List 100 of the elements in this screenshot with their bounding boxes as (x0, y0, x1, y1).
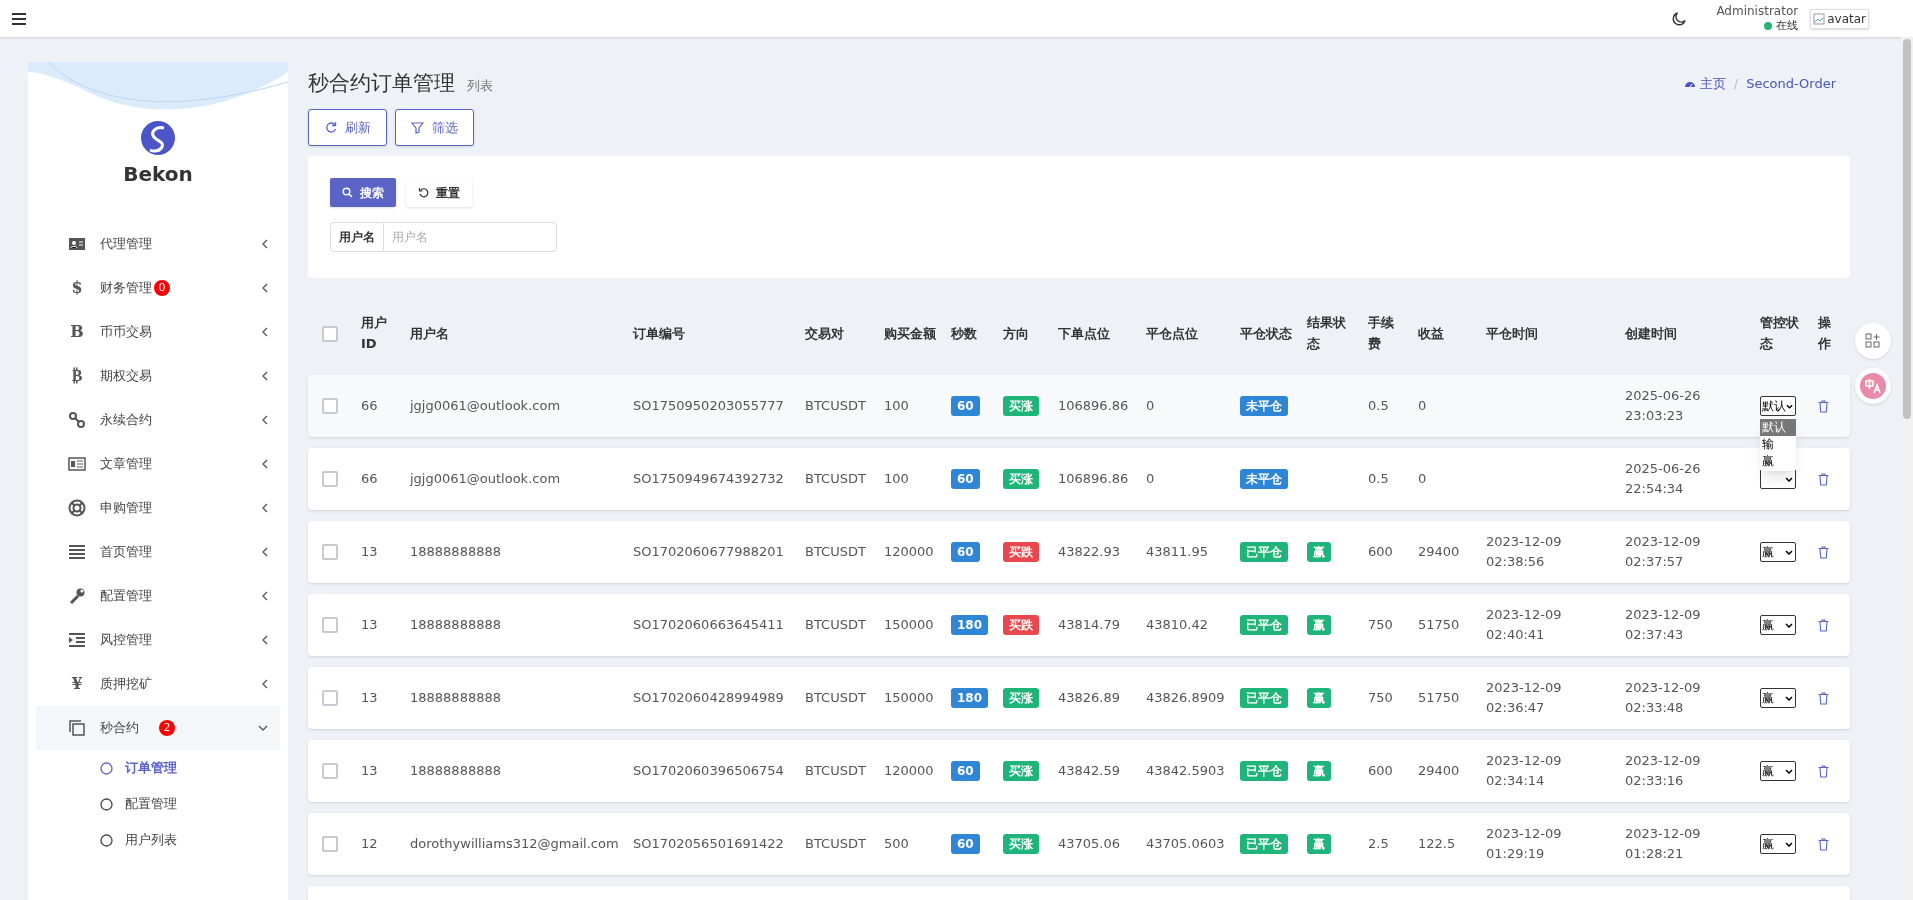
reset-button[interactable]: 重置 (406, 178, 472, 207)
submenu-item[interactable]: 配置管理 (28, 786, 288, 822)
avatar-image[interactable]: avatar (1810, 8, 1869, 29)
chevron-left-icon (262, 415, 268, 425)
row-checkbox[interactable] (322, 836, 338, 852)
sidebar-item[interactable]: 风控管理 (28, 618, 288, 662)
control-select[interactable]: 默认 (1760, 396, 1796, 416)
toolbar-button[interactable]: 筛选 (395, 109, 474, 146)
control-select[interactable] (1760, 469, 1796, 489)
trash-icon[interactable] (1818, 618, 1829, 632)
dropdown-option[interactable]: 输 (1760, 436, 1796, 453)
menu-icon[interactable] (12, 12, 26, 25)
table-cell: SO1750950203055777 (633, 398, 784, 414)
chevron-left-icon (262, 591, 268, 601)
username-input[interactable]: 用户名 (384, 222, 557, 252)
indent-icon (68, 631, 86, 649)
table-cell: 29400 (1418, 763, 1460, 779)
column-header: 平仓时间 (1486, 324, 1539, 343)
table-cell: 66 (361, 398, 378, 414)
menu-label: 秒合约 (100, 719, 139, 738)
trash-icon[interactable] (1818, 764, 1829, 778)
table-cell: 13 (361, 617, 378, 633)
table-cell: 13 (361, 690, 378, 706)
seconds-badge: 60 (951, 469, 980, 489)
status-badge: 未平仓 (1240, 469, 1288, 489)
breadcrumb-link[interactable]: 主页 (1683, 74, 1726, 94)
control-select[interactable]: 赢 (1760, 688, 1796, 708)
sidebar-item[interactable]: 配置管理 (28, 574, 288, 618)
sidebar-item[interactable]: 首页管理 (28, 530, 288, 574)
row-checkbox[interactable] (322, 398, 338, 414)
status-badge: 已平仓 (1240, 542, 1288, 562)
seconds-badge: 60 (951, 542, 980, 562)
apps-button[interactable] (1855, 323, 1891, 359)
translate-icon (1860, 373, 1886, 399)
select-all-checkbox[interactable] (322, 326, 338, 342)
table-cell-text: 2025-06-26 22:54:34 (1625, 460, 1702, 498)
dropdown-option[interactable]: 默认 (1760, 419, 1796, 436)
table-cell: SO1702060677988201 (633, 544, 784, 560)
table-cell: 150000 (884, 617, 934, 633)
search-button[interactable]: 搜索 (330, 178, 396, 207)
menu-icon: ₿ (71, 364, 83, 388)
table-cell: 43822.93 (1058, 544, 1121, 560)
sidebar-item[interactable]: 代理管理 (28, 222, 288, 266)
submenu-item[interactable]: 订单管理 (28, 750, 288, 786)
toolbar-button[interactable]: 刷新 (308, 109, 387, 146)
control-select[interactable]: 赢 (1760, 834, 1796, 854)
sidebar-item[interactable]: 申购管理 (28, 486, 288, 530)
control-select[interactable]: 赢 (1760, 542, 1796, 562)
result-badge: 赢 (1307, 761, 1331, 781)
sidebar-item[interactable]: ₿ 期权交易 (28, 354, 288, 398)
refresh-icon (324, 121, 337, 134)
column-header: 操作 (1818, 314, 1832, 353)
menu-icon: B (70, 320, 84, 344)
column-header: 平仓状态 (1240, 324, 1293, 343)
trash-icon[interactable] (1818, 545, 1829, 559)
chevron-left-icon (262, 327, 268, 337)
trash-icon[interactable] (1818, 472, 1829, 486)
table-cell: 106896.86 (1058, 398, 1129, 414)
sidebar-item[interactable]: 文章管理 (28, 442, 288, 486)
row-checkbox[interactable] (322, 471, 338, 487)
caret-icon (1785, 768, 1793, 774)
dropdown-option[interactable]: 赢 (1760, 453, 1796, 470)
trash-icon[interactable] (1818, 399, 1829, 413)
brand-name: Bekon (123, 164, 193, 184)
table-cell: 43814.79 (1058, 617, 1121, 633)
newspaper-icon (68, 455, 86, 473)
table-cell-text: 2023-12-09 01:28:21 (1625, 825, 1702, 863)
filter-icon (411, 121, 424, 134)
table-cell: BTCUSDT (805, 544, 866, 560)
submenu-item[interactable]: 用户列表 (28, 822, 288, 858)
sidebar-item[interactable]: ¥ 质押挖矿 (28, 662, 288, 706)
control-select[interactable]: 赢 (1760, 761, 1796, 781)
breadcrumb-link[interactable]: Second-Order (1746, 74, 1836, 94)
seconds-badge: 60 (951, 761, 980, 781)
caret-icon (1785, 476, 1793, 482)
column-header: 结果状态 (1307, 314, 1347, 353)
sidebar-item[interactable]: 永续合约 (28, 398, 288, 442)
field-label: 用户名 (330, 222, 384, 252)
table-cell: 43842.59 (1058, 763, 1121, 779)
row-checkbox[interactable] (322, 690, 338, 706)
menu-label: 质押挖矿 (100, 675, 152, 694)
table-cell: 0.5 (1368, 471, 1389, 487)
sidebar-item[interactable]: B 币币交易 (28, 310, 288, 354)
table-cell: jgjg0061@outlook.com (410, 398, 561, 414)
table-cell: BTCUSDT (805, 690, 866, 706)
row-checkbox[interactable] (322, 763, 338, 779)
chevron-left-icon (262, 459, 268, 469)
menu-label: 首页管理 (100, 543, 152, 562)
table-cell: 100 (884, 398, 909, 414)
table-cell: dorothywilliams312@gmail.com (410, 836, 619, 852)
trash-icon[interactable] (1818, 691, 1829, 705)
control-select[interactable]: 赢 (1760, 615, 1796, 635)
row-checkbox[interactable] (322, 617, 338, 633)
translate-button[interactable] (1855, 368, 1891, 404)
chevron-left-icon (262, 503, 268, 513)
trash-icon[interactable] (1818, 837, 1829, 851)
scrollbar[interactable] (1901, 37, 1913, 900)
row-checkbox[interactable] (322, 544, 338, 560)
sidebar-item[interactable]: 秒合约 2 (36, 706, 280, 750)
sidebar-item[interactable]: $ 财务管理 0 (28, 266, 288, 310)
